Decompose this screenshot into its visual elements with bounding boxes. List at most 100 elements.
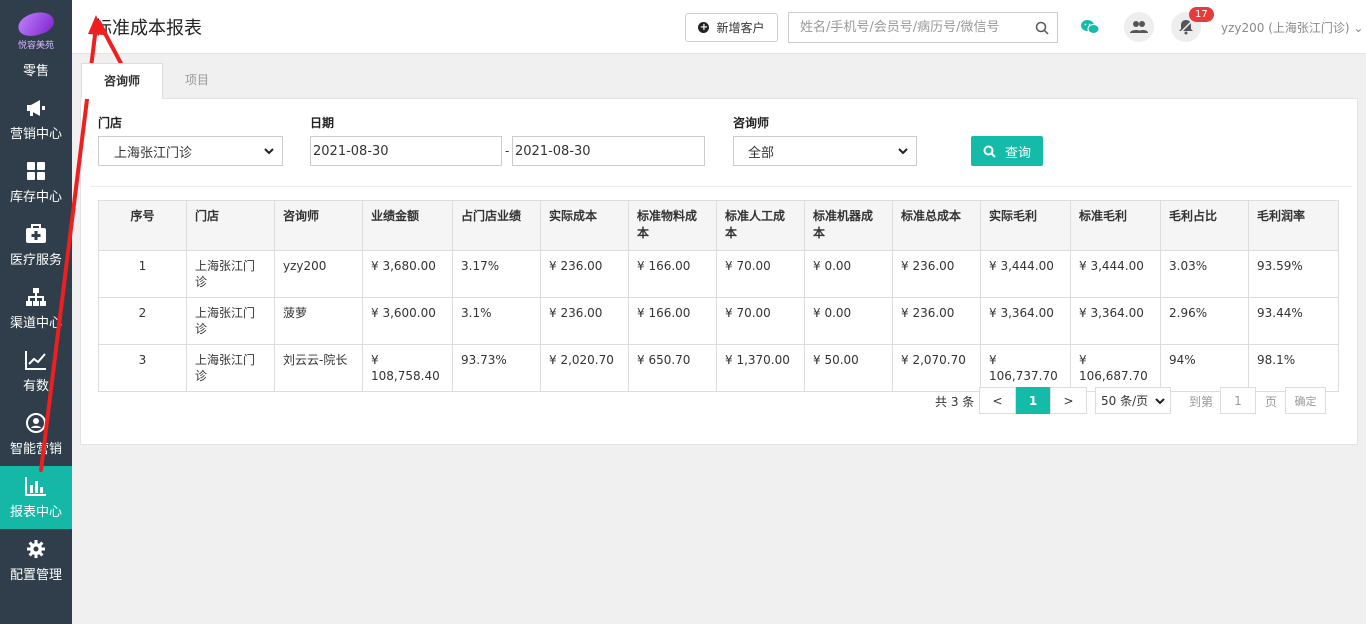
column-header-actual-profit[interactable]: 实际毛利 (980, 200, 1071, 251)
column-header-labor-cost[interactable]: 标准人工成本 (716, 200, 805, 251)
column-header-consultant[interactable]: 咨询师 (274, 200, 363, 251)
add-client-button[interactable]: + 新增客户 (685, 13, 778, 42)
table-cell: ¥ 108,758.40 (362, 344, 453, 392)
search-input[interactable] (789, 13, 1027, 42)
query-button[interactable]: 查询 (971, 136, 1043, 166)
table-cell: 2.96% (1160, 297, 1249, 345)
sidebar-item-smart-marketing[interactable]: 智能营销 (0, 403, 72, 466)
team-icon[interactable] (1124, 12, 1154, 42)
megaphone-icon (25, 97, 47, 119)
sidebar-item-label: 智能营销 (9, 442, 62, 457)
column-header-store[interactable]: 门店 (186, 200, 275, 251)
goto-label: 到第 (1189, 395, 1214, 409)
sidebar-item-label: 零售 (22, 64, 49, 79)
user-label: yzy200 (上海张江门诊) (1221, 21, 1350, 35)
table-cell: ¥ 3,680.00 (362, 250, 453, 298)
table-cell: ¥ 0.00 (804, 297, 893, 345)
chevron-down-icon (264, 144, 274, 159)
date-range-separator: - (505, 144, 510, 158)
sidebar-item-analytics[interactable]: 有数 (0, 340, 72, 403)
column-header-actual-cost[interactable]: 实际成本 (540, 200, 629, 251)
table-cell: 上海张江门诊 (186, 250, 275, 298)
column-header-revenue[interactable]: 业绩金额 (362, 200, 453, 251)
table-row: 1 上海张江门诊 yzy200 ¥ 3,680.00 3.17% ¥ 236.0… (98, 250, 1339, 298)
tab-project[interactable]: 项目 (163, 63, 231, 99)
notification-icon[interactable]: 17 (1171, 7, 1214, 42)
table-cell: 3.03% (1160, 250, 1249, 298)
user-menu[interactable]: yzy200 (上海张江门诊) ⌄ (1221, 19, 1363, 36)
table-cell: ¥ 236.00 (892, 250, 981, 298)
sidebar-item-retail[interactable]: 零售 (0, 60, 72, 88)
table-cell: ¥ 3,364.00 (980, 297, 1071, 345)
tab-consultant[interactable]: 咨询师 (81, 63, 164, 99)
column-header-total-cost[interactable]: 标准总成本 (892, 200, 981, 251)
brand-logo[interactable]: 悦容美苑 (0, 0, 72, 60)
table-cell: ¥ 2,020.70 (540, 344, 629, 392)
column-header-machine-cost[interactable]: 标准机器成本 (804, 200, 893, 251)
logo-text: 悦容美苑 (17, 41, 54, 51)
table-cell: ¥ 236.00 (540, 250, 629, 298)
column-header-index[interactable]: 序号 (98, 200, 187, 251)
table-row: 3 上海张江门诊 刘云云-院长 ¥ 108,758.40 93.73% ¥ 2,… (98, 344, 1339, 392)
top-header: 标准成本报表 + 新增客户 17 yzy200 (上海张江门诊) ⌄ (72, 0, 1366, 54)
search-icon (983, 145, 996, 158)
table-cell: ¥ 70.00 (716, 297, 805, 345)
sidebar-item-settings[interactable]: 配置管理 (0, 529, 72, 592)
table-cell: ¥ 106,687.70 (1070, 344, 1161, 392)
smart-marketing-icon (25, 412, 47, 434)
medical-kit-icon (25, 223, 47, 245)
wechat-icon[interactable] (1075, 12, 1105, 42)
logo-mark (15, 8, 57, 40)
table-cell: 刘云云-院长 (274, 344, 363, 392)
plus-icon: + (698, 22, 710, 33)
grid-icon (25, 160, 47, 182)
add-client-label: 新增客户 (716, 21, 765, 35)
table-cell: ¥ 106,737.70 (980, 344, 1071, 392)
column-header-standard-profit[interactable]: 标准毛利 (1070, 200, 1161, 251)
table-cell: ¥ 2,070.70 (892, 344, 981, 392)
page-size-select[interactable]: 50 条/页 (1095, 387, 1171, 414)
table-cell: 94% (1160, 344, 1249, 392)
table-cell: 3.1% (452, 297, 541, 345)
table-cell: 上海张江门诊 (186, 344, 275, 392)
table-cell: ¥ 3,444.00 (980, 250, 1071, 298)
search-box (788, 12, 1058, 43)
sidebar-item-medical[interactable]: 医疗服务 (0, 214, 72, 277)
column-header-profit-share[interactable]: 毛利占比 (1160, 200, 1249, 251)
column-header-store-share[interactable]: 占门店业绩 (452, 200, 541, 251)
search-icon[interactable] (1027, 21, 1057, 35)
sidebar-item-reports[interactable]: 报表中心 (0, 466, 72, 529)
table-cell: 93.59% (1248, 250, 1339, 298)
chevron-down-icon (1155, 394, 1165, 408)
prev-page-button[interactable]: < (979, 387, 1016, 414)
table-row: 2 上海张江门诊 菠萝 ¥ 3,600.00 3.1% ¥ 236.00 ¥ 1… (98, 297, 1339, 345)
table-cell: ¥ 3,364.00 (1070, 297, 1161, 345)
date-to-input[interactable]: 2021-08-30 (512, 136, 705, 166)
consultant-select-value: 全部 (748, 145, 775, 161)
table-cell: 1 (98, 250, 187, 298)
table-cell: 93.73% (452, 344, 541, 392)
sidebar-item-channel[interactable]: 渠道中心 (0, 277, 72, 340)
sidebar-item-inventory[interactable]: 库存中心 (0, 151, 72, 214)
pagination-total: 共 3 条 (935, 395, 975, 409)
store-select-value: 上海张江门诊 (114, 145, 193, 161)
sidebar-item-label: 报表中心 (9, 505, 62, 520)
gear-icon (25, 538, 47, 560)
table-cell: ¥ 650.70 (628, 344, 717, 392)
sidebar-item-marketing[interactable]: 营销中心 (0, 88, 72, 151)
column-header-material-cost[interactable]: 标准物料成本 (628, 200, 717, 251)
org-chart-icon (25, 286, 47, 308)
store-select[interactable]: 上海张江门诊 (98, 136, 283, 166)
column-header-profit-margin[interactable]: 毛利润率 (1248, 200, 1339, 251)
table-cell: 菠萝 (274, 297, 363, 345)
page-button-current[interactable]: 1 (1016, 387, 1050, 414)
sidebar-item-label: 营销中心 (9, 127, 62, 142)
goto-page-input[interactable]: 1 (1220, 387, 1256, 414)
table-cell: ¥ 166.00 (628, 297, 717, 345)
date-from-input[interactable]: 2021-08-30 (310, 136, 502, 166)
next-page-button[interactable]: > (1050, 387, 1087, 414)
goto-confirm-button[interactable]: 确定 (1285, 387, 1326, 414)
table-cell: 3.17% (452, 250, 541, 298)
consultant-select[interactable]: 全部 (733, 136, 917, 166)
page-size-value: 50 条/页 (1101, 394, 1149, 408)
